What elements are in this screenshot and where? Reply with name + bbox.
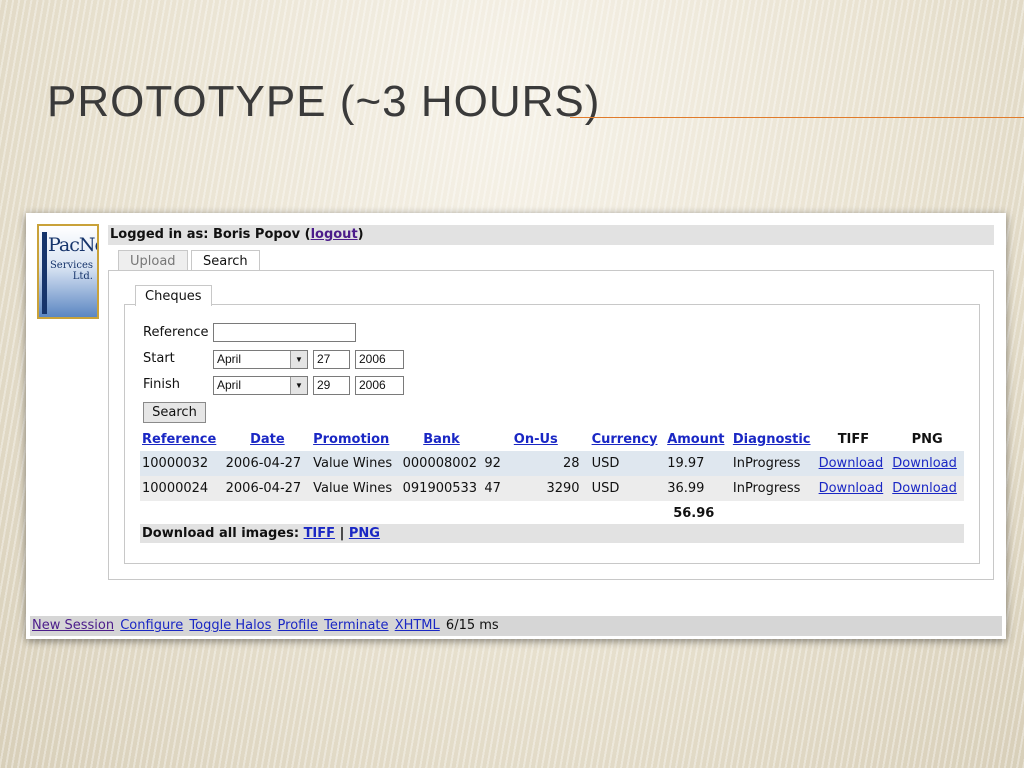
col-bank-suffix [482,427,511,451]
cell-promotion: Value Wines [311,476,401,501]
terminate-link[interactable]: Terminate [324,618,388,633]
download-all-png-link[interactable]: PNG [349,526,380,541]
cell-currency: USD [589,451,666,476]
cell-currency: USD [589,476,666,501]
pacnet-logo: PacNet Services Ltd. [37,224,99,319]
render-timing: 6/15 ms [445,618,499,633]
col-amount[interactable]: Amount [665,427,731,451]
cell-reference: 10000024 [140,476,224,501]
cell-date: 2006-04-27 [223,476,312,501]
finish-month-value: April [217,378,242,392]
login-text: Logged in as: Boris Popov ( [110,227,311,242]
slide-title: Prototype (~3 hours) [47,77,601,126]
tab-upload[interactable]: Upload [118,250,188,271]
logo-line3: Ltd. [72,271,93,282]
col-date[interactable]: Date [224,427,311,451]
cell-bank: 091900533 [400,476,483,501]
col-diagnostic[interactable]: Diagnostic [731,427,817,451]
tiff-download-link[interactable]: Download [819,481,884,496]
cell-amount: 19.97 [665,451,731,476]
finish-day-input[interactable]: 29 [313,376,350,395]
start-month-value: April [217,352,242,366]
cell-diagnostic: InProgress [730,451,817,476]
col-tiff: TIFF [837,431,870,447]
col-png: PNG [911,431,943,447]
col-promotion[interactable]: Promotion [311,427,401,451]
dev-toolbar: New Session Configure Toggle Halos Profi… [30,616,1002,636]
finish-label: Finish [143,377,181,392]
cell-date: 2006-04-27 [223,451,312,476]
finish-year-input[interactable]: 2006 [355,376,404,395]
tab-search[interactable]: Search [191,250,260,271]
chevron-down-icon[interactable]: ▼ [290,377,307,394]
cell-reference: 10000032 [140,451,224,476]
title-rule [570,117,1024,118]
col-onus[interactable]: On-Us [512,427,590,451]
start-day-input[interactable]: 27 [313,350,350,369]
cell-bank: 000008002 [400,451,483,476]
table-row: 10000032 2006-04-27 Value Wines 00000800… [140,451,964,476]
total-amount: 56.96 [673,506,715,521]
logo-line1: PacNet [48,234,97,256]
profile-link[interactable]: Profile [278,618,318,633]
configure-link[interactable]: Configure [120,618,183,633]
cell-promotion: Value Wines [311,451,401,476]
login-suffix: ) [357,227,364,242]
start-month-select[interactable]: April ▼ [213,350,308,369]
col-currency[interactable]: Currency [590,427,666,451]
start-label: Start [143,351,175,366]
cell-diagnostic: InProgress [730,476,817,501]
logo-subtitle: Services Ltd. [50,260,93,282]
download-all-bar: Download all images: TIFF | PNG [140,524,964,543]
cell-bank-suffix: 92 [482,451,512,476]
logo-line2: Services [49,260,93,271]
table-header-row: Reference Date Promotion Bank On-Us Curr… [140,427,964,451]
new-session-link[interactable]: New Session [32,618,114,633]
chevron-down-icon[interactable]: ▼ [290,351,307,368]
download-all-tiff-link[interactable]: TIFF [304,526,335,541]
cell-amount: 36.99 [665,476,731,501]
png-download-link[interactable]: Download [892,456,957,471]
table-row: 10000024 2006-04-27 Value Wines 09190053… [140,476,964,501]
toggle-halos-link[interactable]: Toggle Halos [189,618,271,633]
xhtml-link[interactable]: XHTML [395,618,440,633]
col-bank[interactable]: Bank [401,427,483,451]
tiff-download-link[interactable]: Download [819,456,884,471]
app-screenshot: PacNet Services Ltd. Logged in as: Boris… [26,213,1006,639]
search-button[interactable]: Search [143,402,206,423]
reference-label: Reference [143,325,209,340]
download-all-separator: | [339,526,345,541]
cell-onus: 28 [511,451,590,476]
col-reference[interactable]: Reference [140,427,224,451]
png-download-link[interactable]: Download [892,481,957,496]
download-all-label: Download all images: [142,526,300,541]
finish-month-select[interactable]: April ▼ [213,376,308,395]
tab-cheques[interactable]: Cheques [135,285,212,306]
login-bar: Logged in as: Boris Popov (logout) [108,225,994,245]
logout-link[interactable]: logout [311,227,358,242]
cell-onus: 3290 [511,476,590,501]
total-row: 56.96 [140,501,964,526]
cell-bank-suffix: 47 [482,476,512,501]
logo-bar [42,232,47,314]
results-table: Reference Date Promotion Bank On-Us Curr… [140,427,964,526]
start-year-input[interactable]: 2006 [355,350,404,369]
reference-input[interactable] [213,323,356,342]
